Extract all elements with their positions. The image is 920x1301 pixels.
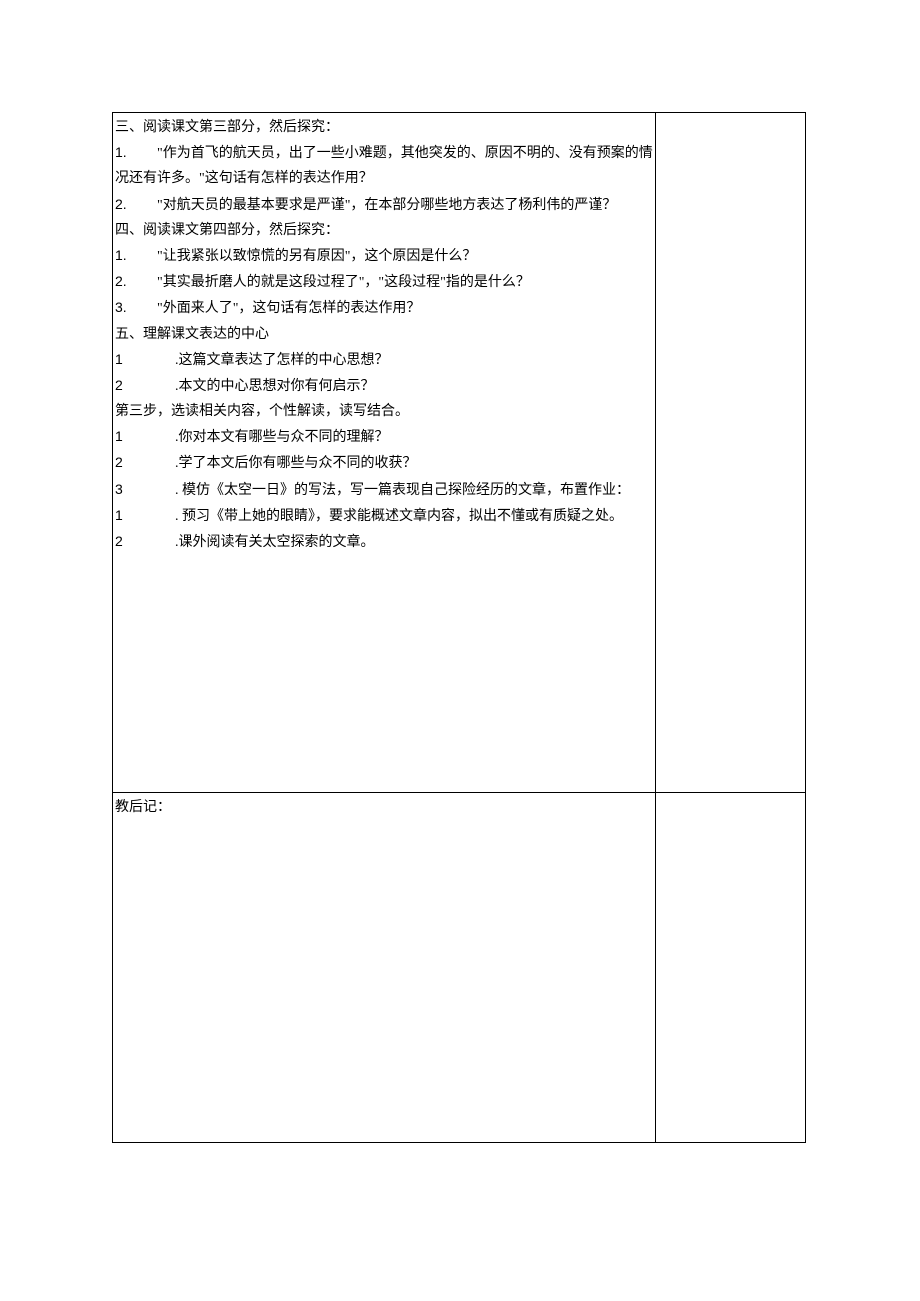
- list-number: 1.: [115, 243, 129, 268]
- body-text: .这篇文章表达了怎样的中心思想？: [175, 348, 389, 373]
- body-text: .课外阅读有关太空探索的文章。: [175, 530, 375, 555]
- body-text: 2 .本文的中心思想对你有何启示？: [115, 373, 653, 399]
- list-number: 2.: [115, 269, 129, 294]
- body-text: 2 .学了本文后你有哪些与众不同的收获？: [115, 450, 653, 476]
- body-text: "其实最折磨人的就是这段过程了"，"这段过程"指的是什么？: [129, 275, 530, 290]
- side-cell: [656, 113, 806, 793]
- body-text: . 预习《带上她的眼睛》，要求能概述文章内容，拟出不懂或有质疑之处。: [175, 509, 623, 524]
- body-text: 1. "作为首飞的航天员，出了一些小难题，其他突发的、原因不明的、没有预案的情况…: [115, 140, 653, 191]
- notes-label: 教后记：: [115, 795, 653, 820]
- list-number: 1.: [115, 140, 129, 165]
- table-row: 三、阅读课文第三部分，然后探究： 1. "作为首飞的航天员，出了一些小难题，其他…: [113, 113, 806, 793]
- notes-cell: 教后记：: [113, 793, 656, 1143]
- list-number: 3: [115, 477, 129, 502]
- list-number: 2: [115, 373, 129, 398]
- body-text: 2. "其实最折磨人的就是这段过程了"，"这段过程"指的是什么？: [115, 269, 653, 295]
- body-text: 3. "外面来人了"，这句话有怎样的表达作用？: [115, 295, 653, 321]
- list-number: 2.: [115, 192, 129, 217]
- body-text: 2. "对航天员的最基本要求是严谨"，在本部分哪些地方表达了杨利伟的严谨？: [115, 192, 653, 218]
- body-text: "外面来人了"，这句话有怎样的表达作用？: [129, 301, 420, 316]
- list-number: 3.: [115, 295, 129, 320]
- body-text: "对航天员的最基本要求是严谨"，在本部分哪些地方表达了杨利伟的严谨？: [129, 198, 616, 213]
- body-text: "作为首飞的航天员，出了一些小难题，其他突发的、原因不明的、没有预案的情况还有许…: [115, 146, 653, 186]
- lesson-table: 三、阅读课文第三部分，然后探究： 1. "作为首飞的航天员，出了一些小难题，其他…: [112, 112, 806, 1143]
- body-text: .你对本文有哪些与众不同的理解？: [175, 425, 389, 450]
- list-number: 1: [115, 347, 129, 372]
- list-number: 2: [115, 529, 129, 554]
- body-text: "让我紧张以致惊慌的另有原因"，这个原因是什么？: [129, 249, 476, 264]
- table-row: 教后记：: [113, 793, 806, 1143]
- body-text: 1 . 预习《带上她的眼睛》，要求能概述文章内容，拟出不懂或有质疑之处。: [115, 503, 653, 529]
- body-text: 1 .这篇文章表达了怎样的中心思想？: [115, 347, 653, 373]
- side-cell: [656, 793, 806, 1143]
- section-heading: 五、理解课文表达的中心: [115, 322, 653, 347]
- body-text: 1 .你对本文有哪些与众不同的理解？: [115, 424, 653, 450]
- list-number: 1: [115, 424, 129, 449]
- body-text: .本文的中心思想对你有何启示？: [175, 374, 375, 399]
- body-text: 1. "让我紧张以致惊慌的另有原因"，这个原因是什么？: [115, 243, 653, 269]
- list-number: 2: [115, 450, 129, 475]
- list-number: 1: [115, 503, 129, 528]
- section-heading: 第三步，选读相关内容，个性解读，读写结合。: [115, 399, 653, 424]
- document-page: 三、阅读课文第三部分，然后探究： 1. "作为首飞的航天员，出了一些小难题，其他…: [0, 0, 920, 1301]
- body-text: .学了本文后你有哪些与众不同的收获？: [175, 451, 417, 476]
- section-heading: 三、阅读课文第三部分，然后探究：: [115, 115, 653, 140]
- section-heading: 四、阅读课文第四部分，然后探究：: [115, 218, 653, 243]
- body-text: 2 .课外阅读有关太空探索的文章。: [115, 529, 653, 555]
- body-text: . 模仿《太空一日》的写法，写一篇表现自己探险经历的文章，布置作业：: [175, 483, 630, 498]
- body-text: 3 . 模仿《太空一日》的写法，写一篇表现自己探险经历的文章，布置作业：: [115, 477, 653, 503]
- main-content-cell: 三、阅读课文第三部分，然后探究： 1. "作为首飞的航天员，出了一些小难题，其他…: [113, 113, 656, 793]
